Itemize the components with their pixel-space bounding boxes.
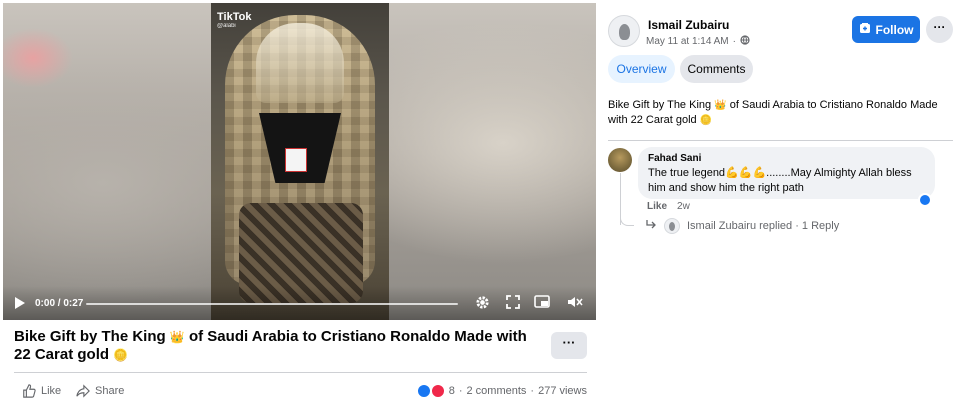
comment-actions: Like 2w bbox=[647, 201, 690, 212]
video-player[interactable]: TikTok @alabi 0:00 / 0:27 bbox=[3, 3, 596, 320]
bike-windshield bbox=[256, 23, 344, 103]
fullscreen-expand-icon[interactable] bbox=[506, 295, 520, 309]
comments-count-link[interactable]: 2 comments bbox=[466, 385, 526, 397]
crown-emoji: 👑 bbox=[714, 100, 727, 111]
post-title-text-1: Bike Gift by The King bbox=[14, 328, 170, 345]
love-reaction-icon[interactable] bbox=[430, 384, 445, 398]
replier-avatar bbox=[664, 218, 680, 234]
post-description: Bike Gift by The King 👑 of Saudi Arabia … bbox=[608, 98, 938, 128]
like-button[interactable]: Like bbox=[22, 384, 61, 398]
share-arrow-icon bbox=[76, 384, 90, 398]
reaction-count[interactable]: 8 bbox=[449, 385, 455, 397]
coin-emoji: 🪙 bbox=[113, 348, 129, 362]
commenter-avatar[interactable] bbox=[608, 148, 632, 172]
facebook-video-post-window: TikTok @alabi 0:00 / 0:27 Bike Gift by T… bbox=[0, 0, 962, 403]
views-count: 277 views bbox=[538, 385, 587, 397]
separator-dot: · bbox=[458, 385, 463, 397]
coin-emoji: 🪙 bbox=[699, 115, 713, 126]
share-button[interactable]: Share bbox=[76, 384, 124, 398]
follow-page-icon bbox=[859, 22, 871, 37]
tiktok-handle: @alabi bbox=[217, 23, 236, 29]
separator-dot: · bbox=[530, 385, 535, 397]
tab-overview[interactable]: Overview bbox=[608, 55, 675, 83]
author-name[interactable]: Ismail Zubairu bbox=[648, 18, 729, 32]
tiktok-watermark: TikTok @alabi bbox=[217, 11, 251, 29]
globe-privacy-icon[interactable] bbox=[740, 35, 750, 48]
video-controls: 0:00 / 0:27 bbox=[3, 286, 596, 320]
comment-age[interactable]: 2w bbox=[677, 201, 690, 212]
divider bbox=[14, 372, 587, 373]
sidebar-more-options-button[interactable]: ··· bbox=[926, 16, 953, 43]
video-frame bbox=[211, 3, 389, 320]
crown-emoji: 👑 bbox=[169, 330, 185, 344]
video-time: 0:00 / 0:27 bbox=[35, 298, 84, 309]
price-tag bbox=[285, 148, 307, 172]
reply-thread-curve bbox=[620, 206, 634, 226]
view-replies-row[interactable]: Ismail Zubairu replied · 1 Reply bbox=[646, 218, 839, 234]
comment-like-button[interactable]: Like bbox=[647, 201, 667, 212]
post-title: Bike Gift by The King 👑 of Saudi Arabia … bbox=[14, 328, 539, 364]
follow-label: Follow bbox=[875, 22, 914, 37]
play-icon[interactable] bbox=[15, 297, 25, 309]
tiktok-logo-text: TikTok bbox=[217, 11, 252, 23]
share-label: Share bbox=[95, 385, 125, 397]
post-stats: 8 · 2 comments · 277 views bbox=[416, 384, 587, 398]
reply-arrow-icon bbox=[646, 219, 657, 233]
comment-bubble: Fahad Sani The true legend💪💪💪........May… bbox=[638, 147, 935, 199]
comment-text: The true legend💪💪💪........May Almighty A… bbox=[648, 167, 912, 194]
video-progress-bar[interactable] bbox=[86, 303, 458, 305]
post-date[interactable]: May 11 at 1:14 AM bbox=[646, 36, 729, 47]
separator-dot: · bbox=[732, 36, 736, 47]
post-meta: May 11 at 1:14 AM · bbox=[646, 35, 750, 48]
reply-summary[interactable]: Ismail Zubairu replied · 1 Reply bbox=[687, 220, 839, 232]
like-reaction-icon[interactable] bbox=[416, 384, 431, 398]
settings-gear-icon[interactable] bbox=[475, 295, 490, 310]
follow-button[interactable]: Follow bbox=[852, 16, 920, 43]
author-avatar[interactable] bbox=[608, 15, 640, 47]
post-more-options-button[interactable]: ··· bbox=[551, 332, 587, 359]
commenter-name[interactable]: Fahad Sani bbox=[648, 153, 925, 165]
comment-like-reaction-icon[interactable] bbox=[918, 193, 932, 207]
picture-in-picture-icon[interactable] bbox=[534, 295, 550, 309]
description-text-1: Bike Gift by The King bbox=[608, 99, 715, 111]
like-label: Like bbox=[41, 385, 62, 397]
tab-comments[interactable]: Comments bbox=[680, 55, 753, 83]
thumbs-up-icon bbox=[22, 384, 36, 398]
divider bbox=[608, 140, 953, 141]
mute-speaker-icon[interactable] bbox=[567, 295, 583, 309]
